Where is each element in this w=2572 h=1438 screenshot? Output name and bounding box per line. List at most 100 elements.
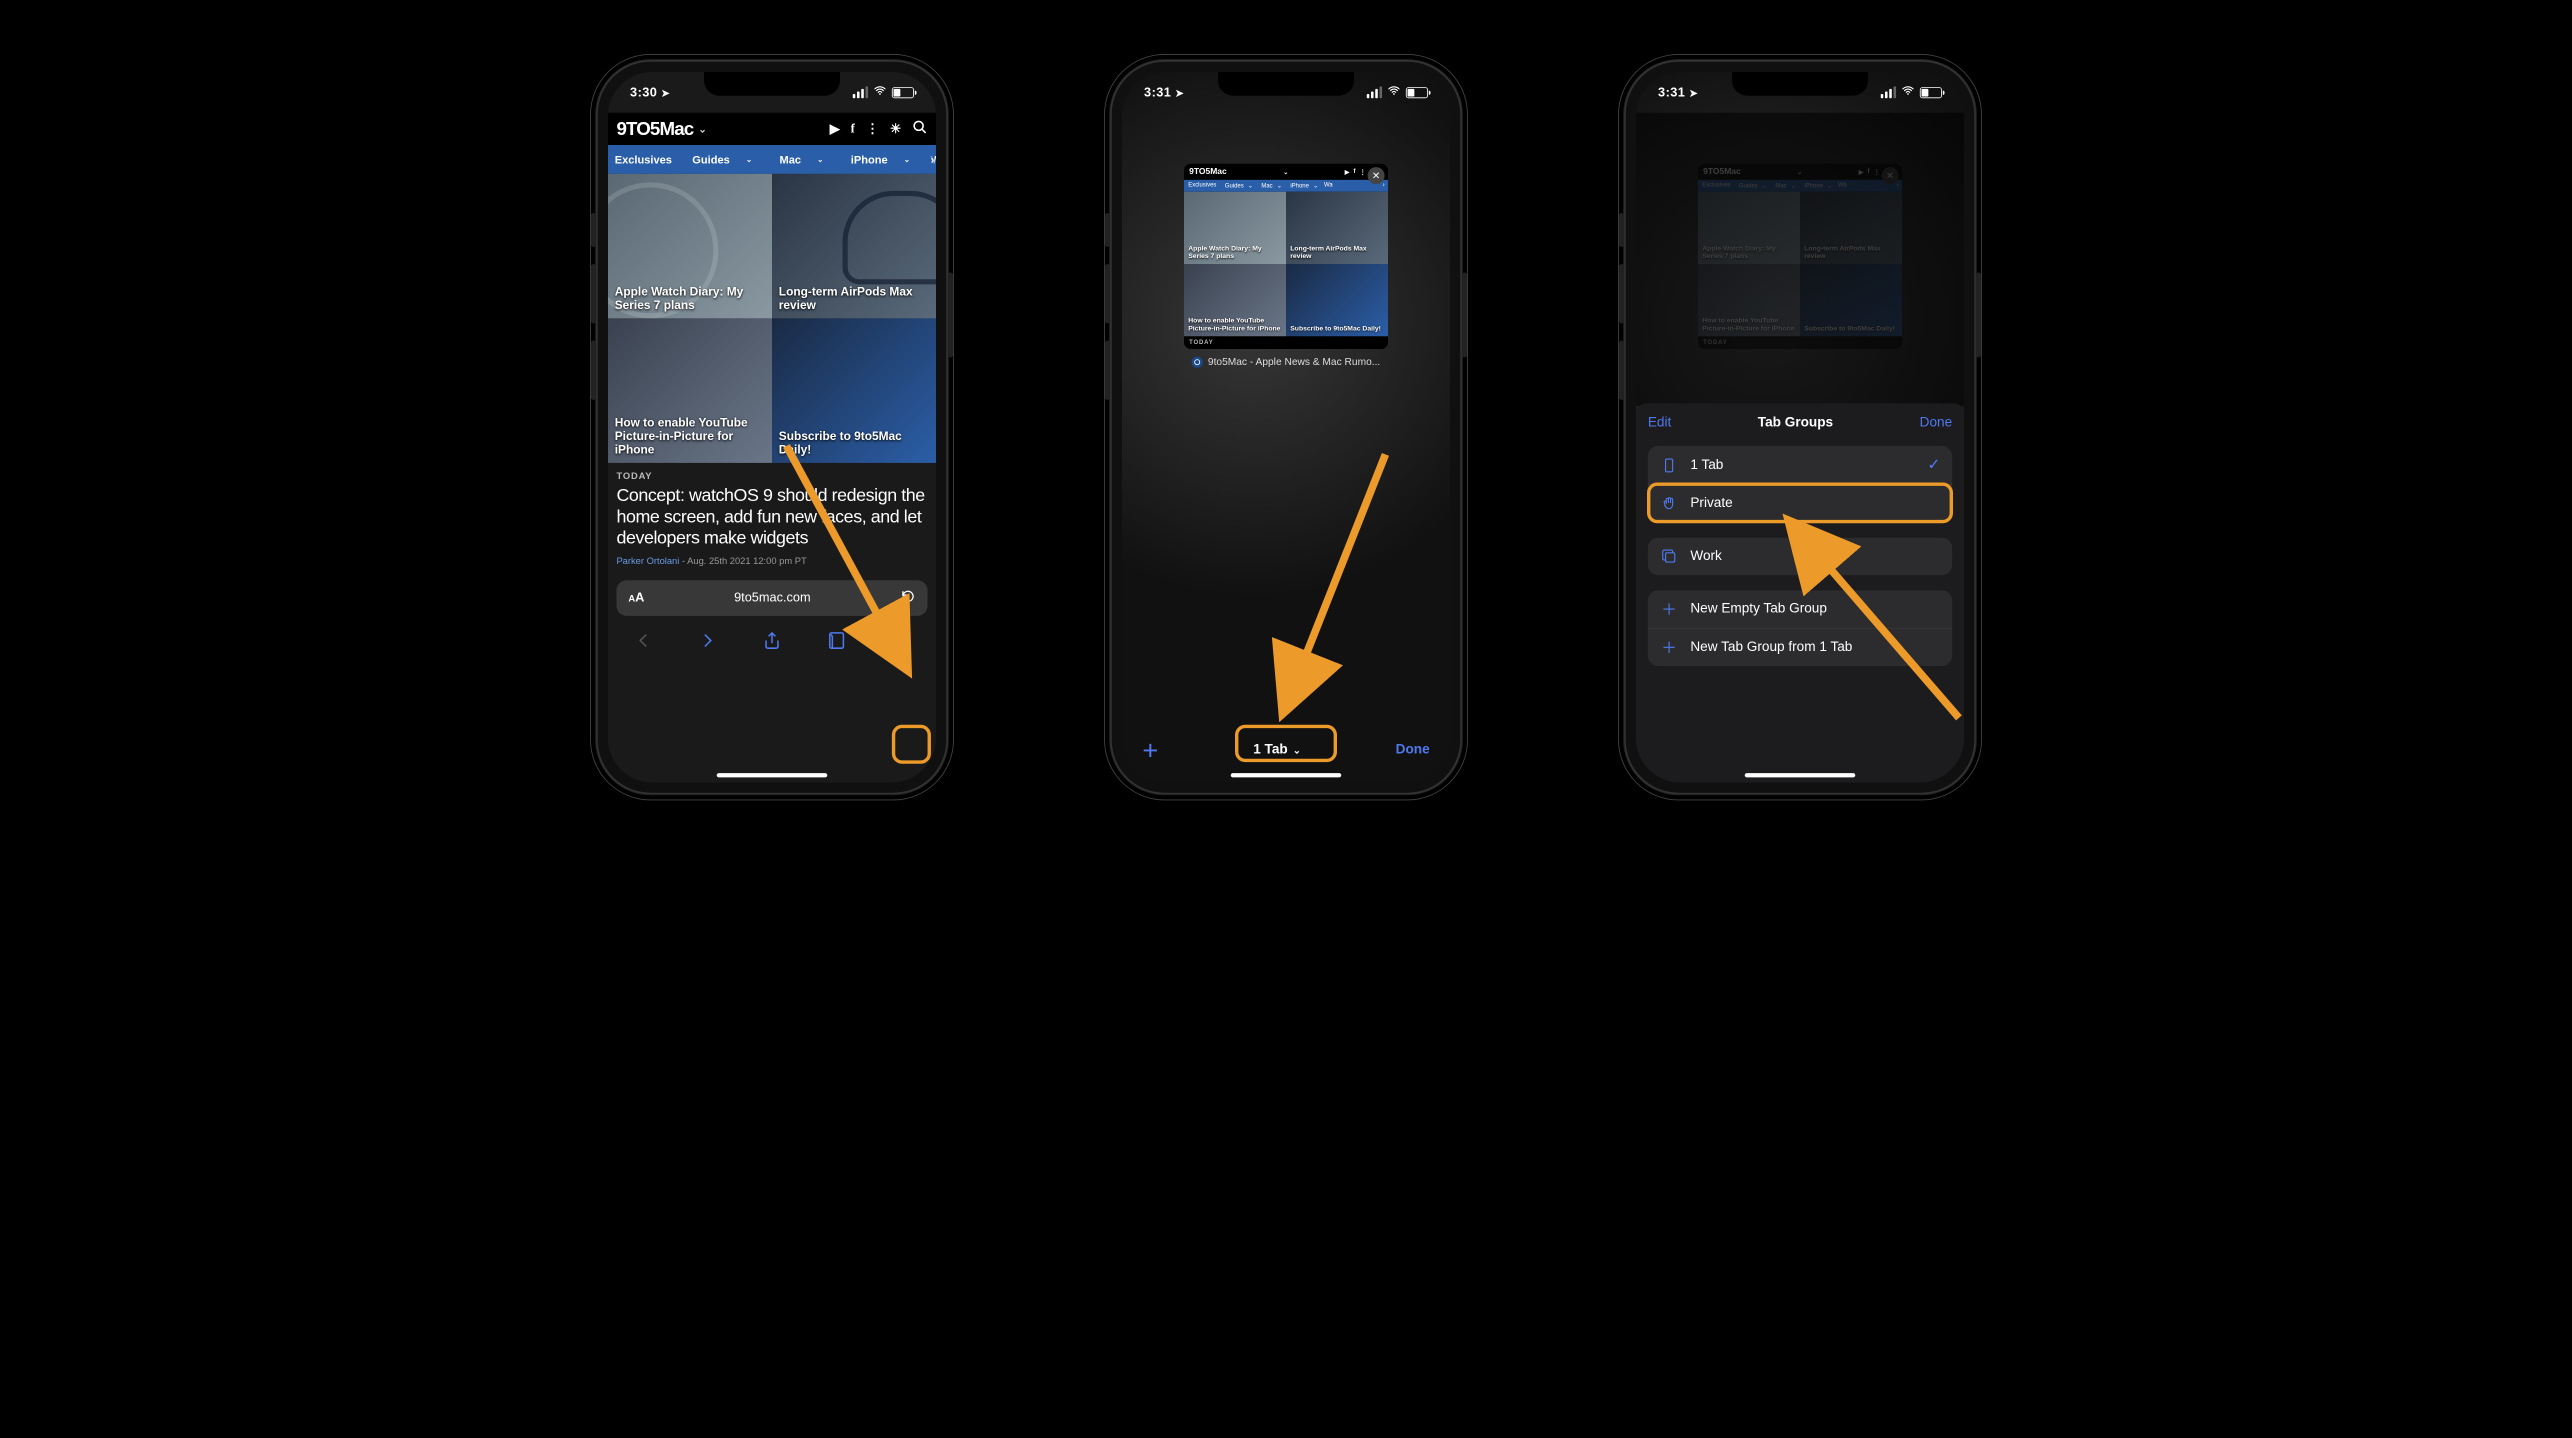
share-button[interactable]: [762, 630, 782, 655]
tile-caption: Subscribe to 9to5Mac Daily!: [779, 429, 929, 456]
tab-thumbnail[interactable]: ✕ 9TO5Mac ⌄▶f⋮☀⌕ ExclusivesGuides ⌄Mac ⌄…: [1184, 164, 1388, 349]
row-label: 1 Tab: [1690, 457, 1723, 472]
nav-scroll-right-icon[interactable]: ›: [931, 150, 935, 170]
article-headline[interactable]: Concept: watchOS 9 should redesign the h…: [608, 485, 936, 549]
nav-item[interactable]: Guides ⌄: [679, 153, 766, 166]
row-label: New Empty Tab Group: [1690, 601, 1827, 616]
chevron-down-icon: ⌄: [1293, 745, 1301, 756]
edit-button[interactable]: Edit: [1648, 415, 1671, 430]
power-button: [948, 273, 953, 358]
battery-icon: [1406, 87, 1428, 98]
status-time: 3:31 ➤: [1658, 85, 1698, 99]
new-group-from-tab-button[interactable]: New Tab Group from 1 Tab: [1648, 629, 1952, 666]
volume-up: [1619, 264, 1624, 324]
author-link[interactable]: Parker Ortolani: [616, 556, 679, 566]
tab-group-row-private[interactable]: Private: [1648, 485, 1952, 522]
phone-tab-overview: 3:31 ➤ ✕ 9TO5Mac ⌄▶f⋮☀⌕ ExclusivesGuides…: [1110, 60, 1462, 794]
wifi-icon: [1901, 84, 1915, 101]
home-indicator[interactable]: [1231, 773, 1342, 777]
volume-up: [591, 264, 596, 324]
tab-overview-toolbar: + 1 Tab ⌄ Done: [1122, 730, 1450, 771]
tab-title-label: 9to5Mac - Apple News & Mac Rumo...: [1184, 356, 1388, 368]
new-tab-button[interactable]: +: [1142, 734, 1158, 765]
theme-icon[interactable]: ☀: [890, 121, 901, 136]
tab-group-row-tabs[interactable]: 1 Tab ✓: [1648, 446, 1952, 485]
row-label: New Tab Group from 1 Tab: [1690, 640, 1852, 655]
search-icon[interactable]: [912, 120, 927, 139]
new-empty-group-button[interactable]: New Empty Tab Group: [1648, 590, 1952, 628]
forward-button[interactable]: [698, 630, 718, 655]
chevron-down-icon: ⌄: [698, 123, 706, 135]
modal-backdrop[interactable]: [1636, 113, 1964, 406]
volume-up: [1105, 264, 1110, 324]
tile-caption: Apple Watch Diary: My Series 7 plans: [615, 284, 765, 311]
annotation-arrow: [1275, 446, 1403, 722]
article-tile[interactable]: Apple Watch Diary: My Series 7 plans: [608, 174, 772, 319]
wifi-icon: [1387, 84, 1401, 101]
menu-icon[interactable]: ⋮: [866, 121, 878, 136]
battery-icon: [892, 87, 914, 98]
power-button: [1462, 273, 1467, 358]
plus-icon: [1660, 601, 1679, 618]
volume-down: [1619, 341, 1624, 401]
nav-item[interactable]: iPhone ⌄: [837, 153, 924, 166]
article-tile[interactable]: Subscribe to 9to5Mac Daily!: [772, 318, 936, 463]
row-label: Private: [1690, 496, 1732, 511]
reload-icon[interactable]: [900, 588, 915, 607]
chevron-down-icon: ⌄: [897, 155, 917, 164]
nav-item[interactable]: Mac ⌄: [766, 153, 837, 166]
phone-tab-groups-sheet: 3:31 ➤ ✕ 9TO5Mac ⌄▶f⋮☀⌕ ExclusivesGuides…: [1624, 60, 1976, 794]
power-button: [1976, 273, 1981, 358]
section-label: TODAY: [608, 463, 936, 485]
location-icon: ➤: [1175, 87, 1184, 99]
tile-caption: Long-term AirPods Max review: [779, 284, 929, 311]
mute-switch: [591, 213, 596, 247]
row-label: Work: [1690, 549, 1721, 564]
notch: [1218, 72, 1354, 96]
volume-down: [591, 341, 596, 401]
annotation-highlight: [892, 725, 931, 764]
address-bar[interactable]: AA 9to5mac.com: [616, 580, 927, 616]
phone-safari-page: 3:30 ➤ 9TO5Mac ⌄ ▶ f ⋮ ☀ Exclusives Guid…: [596, 60, 948, 794]
home-indicator[interactable]: [717, 773, 828, 777]
battery-icon: [1920, 87, 1942, 98]
status-time: 3:30 ➤: [630, 85, 670, 99]
cellular-icon: [1367, 86, 1382, 98]
notch: [1732, 72, 1868, 96]
bookmarks-button[interactable]: [826, 630, 846, 655]
tabs-button[interactable]: [890, 630, 910, 655]
tab-groups-sheet: Edit Tab Groups Done 1 Tab ✓ Private: [1636, 403, 1964, 782]
favicon-icon: [1192, 356, 1203, 367]
chevron-down-icon: ⌄: [739, 155, 759, 164]
wifi-icon: [873, 84, 887, 101]
site-logo[interactable]: 9TO5Mac ⌄: [616, 118, 706, 140]
article-byline: Parker Ortolani - Aug. 25th 2021 12:00 p…: [608, 549, 936, 573]
chevron-down-icon: ⌄: [810, 155, 830, 164]
mute-switch: [1105, 213, 1110, 247]
location-icon: ➤: [661, 87, 670, 99]
tab-groups-list-custom: Work: [1648, 538, 1952, 575]
safari-toolbar: [608, 622, 936, 663]
facebook-icon[interactable]: f: [851, 122, 854, 136]
plus-icon: [1660, 639, 1679, 656]
tab-groups-list: 1 Tab ✓ Private: [1648, 446, 1952, 523]
tab-groups-actions: New Empty Tab Group New Tab Group from 1…: [1648, 590, 1952, 666]
article-tile[interactable]: How to enable YouTube Picture-in-Picture…: [608, 318, 772, 463]
nav-item[interactable]: Exclusives: [608, 153, 679, 166]
home-indicator[interactable]: [1745, 773, 1856, 777]
category-nav[interactable]: Exclusives Guides ⌄ Mac ⌄ iPhone ⌄ Wa ›: [608, 145, 936, 174]
done-button[interactable]: Done: [1920, 415, 1953, 430]
tab-group-picker[interactable]: 1 Tab ⌄: [1253, 743, 1300, 758]
back-button[interactable]: [633, 630, 653, 655]
youtube-icon[interactable]: ▶: [830, 121, 839, 136]
url-text: 9to5mac.com: [734, 590, 811, 604]
notch: [704, 72, 840, 96]
close-tab-icon[interactable]: ✕: [1368, 167, 1385, 184]
tab-group-row-work[interactable]: Work: [1648, 538, 1952, 575]
tabs-icon: [1660, 548, 1679, 565]
reader-aa-icon[interactable]: AA: [628, 590, 644, 604]
hand-icon: [1660, 495, 1679, 512]
done-button[interactable]: Done: [1396, 743, 1430, 758]
article-tile[interactable]: Long-term AirPods Max review: [772, 174, 936, 319]
sheet-title: Tab Groups: [1758, 415, 1833, 430]
